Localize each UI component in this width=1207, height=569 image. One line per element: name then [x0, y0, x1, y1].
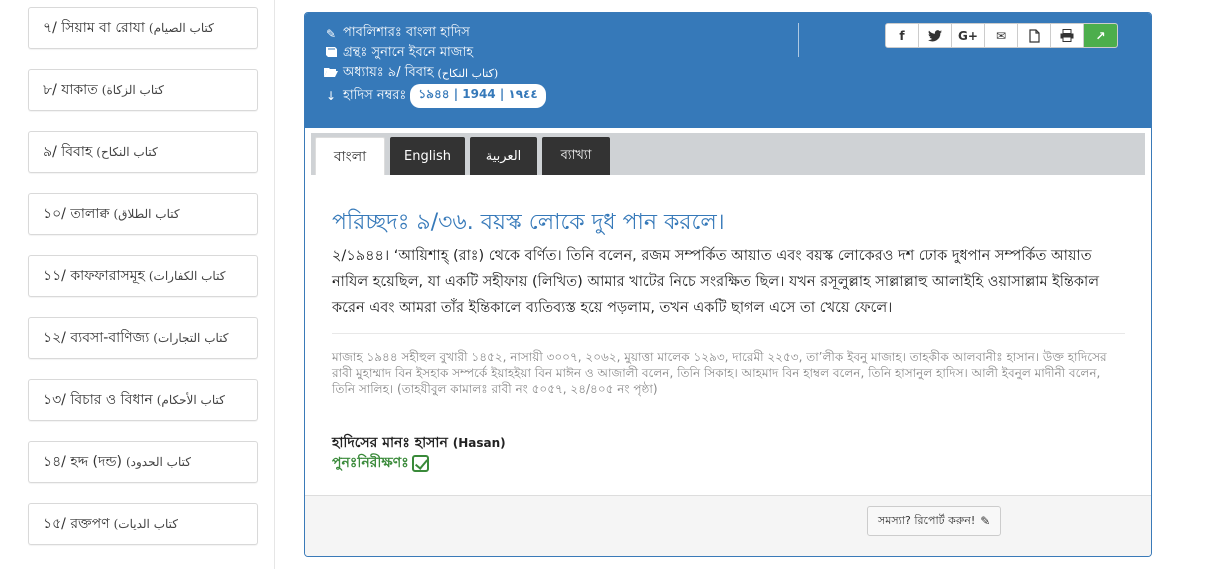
grade-english: (Hasan)	[452, 436, 506, 450]
open-external-button[interactable]: ↗	[1084, 24, 1117, 47]
chapter-line: অধ্যায়ঃ ৯/ বিবাহ (كتاب النكاح)	[323, 63, 498, 84]
language-tabs: বাংলা English العربية ব্যাখ্যা	[311, 133, 1145, 175]
sidebar-item-arabic: (كتاب الصيام	[148, 21, 214, 35]
pdf-file-icon	[1028, 28, 1040, 43]
share-toolbar: f G+ ✉ ↗	[885, 23, 1118, 48]
pencil-icon: ✎	[980, 514, 991, 528]
sidebar-item-zakat[interactable]: ৮/ যাকাত (كتاب الزكاة	[28, 69, 258, 111]
tab-label: English	[404, 148, 451, 164]
page: ৭/ সিয়াম বা রোযা (كتاب الصيام ৮/ যাকাত …	[0, 0, 1207, 569]
review-label: পুনঃনিরীক্ষণঃ	[332, 455, 409, 471]
sidebar-item-arabic: (كتاب الديات	[113, 517, 178, 531]
sort-numeric-icon: ↓	[325, 89, 337, 103]
sidebar-item-label: ১৪/ হদ্দ (দন্ড)	[43, 454, 122, 470]
sidebar-item-label: ৮/ যাকাত	[43, 82, 98, 98]
google-plus-icon: G+	[958, 28, 978, 43]
external-link-icon: ↗	[1095, 28, 1106, 43]
tab-arabic[interactable]: العربية	[470, 137, 537, 175]
sidebar-item-kaffara[interactable]: ১১/ কাফফারাসমূহ (كتاب الكفارات	[28, 255, 258, 297]
sidebar-item-arabic: (كتاب الكفارات	[148, 269, 226, 283]
hadith-reference: মাজাহ ১৯৪৪ সহীহুল বুখারী ১৪৫২, নাসায়ী ৩…	[332, 350, 1107, 396]
panel-footer: সমস্যা? রিপোর্ট করুন! ✎	[305, 495, 1151, 556]
hadith-body: পরিচ্ছদঃ ৯/৩৬. বয়স্ক লোকে দুধ পান করলে।…	[305, 175, 1151, 495]
sidebar-item-siyam[interactable]: ৭/ সিয়াম বা রোযা (كتاب الصيام	[28, 7, 258, 49]
folder-open-icon	[323, 67, 339, 81]
sidebar-item-talaq[interactable]: ১০/ তালাক্ব (كتاب الطلاق	[28, 193, 258, 235]
envelope-icon: ✉	[995, 28, 1007, 43]
book-text: গ্রন্থঃ সুনানে ইবনে মাজাহ	[343, 45, 474, 60]
sidebar-item-label: ১৫/ রক্তপণ	[43, 516, 110, 532]
sidebar-item-arabic: (كتاب التجارات	[153, 331, 229, 345]
sidebar-item-label: ১০/ তালাক্ব	[43, 206, 110, 222]
sidebar-item-label: ৭/ সিয়াম বা রোযা	[43, 20, 145, 36]
hadith-number-line: ↓ হাদিস নম্বরঃ ১৯৪৪ | 1944 | ١٩٤٤	[323, 84, 546, 108]
sidebar-item-arabic: (كتاب الزكاة	[101, 83, 164, 97]
pdf-download-button[interactable]	[1018, 24, 1051, 47]
publisher-line: ✎ পাবলিশারঃ বাংলা হাদিস	[323, 23, 470, 44]
sidebar-item-diyat[interactable]: ১৫/ রক্তপণ (كتاب الديات	[28, 503, 258, 545]
sidebar-item-tijarat[interactable]: ১২/ ব্যবসা-বাণিজ্য (كتاب التجارات	[28, 317, 258, 359]
check-square-icon	[411, 454, 429, 472]
facebook-share-button[interactable]: f	[886, 24, 919, 47]
pencil-icon: ✎	[325, 26, 337, 41]
section-title: পরিচ্ছদঃ ৯/৩৬. বয়স্ক লোকে দুধ পান করলে।	[332, 210, 725, 235]
publisher-text: পাবলিশারঃ বাংলা হাদিস	[343, 25, 470, 40]
chapter-arabic: (كتاب النكاح)	[437, 67, 499, 80]
google-plus-share-button[interactable]: G+	[952, 24, 985, 47]
sidebar-item-label: ১২/ ব্যবসা-বাণিজ্য	[43, 330, 150, 346]
divider	[332, 333, 1125, 334]
hadith-number-label: হাদিস নম্বরঃ	[343, 87, 407, 103]
hadith-text: ২/১৯৪৪। ‘আয়িশাহ্ (রাঃ) থেকে বর্ণিত। তিন…	[332, 248, 1099, 316]
tab-label: বাংলা	[333, 148, 367, 165]
review-status: পুনঃনিরীক্ষণঃ	[332, 451, 429, 475]
book-line: গ্রন্থঃ সুনানে ইবনে মাজাহ	[323, 43, 473, 64]
sidebar-item-label: ১৩/ বিচার ও বিধান	[43, 392, 153, 408]
facebook-icon: f	[899, 28, 905, 43]
sidebar-item-bibaho[interactable]: ৯/ বিবাহ (كتاب النكاح	[28, 131, 258, 173]
email-share-button[interactable]: ✉	[985, 24, 1018, 47]
print-icon	[1060, 29, 1074, 42]
grade-label: হাদিসের মানঃ হাসান	[332, 435, 448, 451]
sidebar-item-arabic: (كتاب الأحكام	[156, 393, 225, 407]
sidebar-item-ahkam[interactable]: ১৩/ বিচার ও বিধান (كتاب الأحكام	[28, 379, 258, 421]
sidebar-item-arabic: (كتاب الطلاق	[113, 207, 180, 221]
sidebar-item-label: ১১/ কাফফারাসমূহ	[43, 268, 145, 284]
tab-label: العربية	[485, 148, 522, 164]
hadith-header: ✎ পাবলিশারঃ বাংলা হাদিস গ্রন্থঃ সুনানে ই…	[305, 13, 1151, 128]
book-icon	[323, 46, 339, 61]
sidebar-item-label: ৯/ বিবাহ	[43, 144, 93, 160]
hadith-number-badge: ১৯৪৪ | 1944 | ١٩٤٤	[410, 84, 546, 108]
tab-explanation[interactable]: ব্যাখ্যা	[542, 137, 610, 175]
print-button[interactable]	[1051, 24, 1084, 47]
twitter-icon	[928, 29, 942, 41]
chapter-text: অধ্যায়ঃ ৯/ বিবাহ	[343, 65, 434, 80]
report-label: সমস্যা? রিপোর্ট করুন!	[878, 513, 976, 527]
tab-label: ব্যাখ্যা	[560, 147, 592, 163]
sidebar-item-arabic: (كتاب الحدود	[125, 455, 191, 469]
tab-bangla[interactable]: বাংলা	[315, 137, 385, 175]
chapter-sidebar: ৭/ সিয়াম বা রোযা (كتاب الصيام ৮/ যাকাত …	[0, 0, 275, 569]
hadith-panel: ✎ পাবলিশারঃ বাংলা হাদিস গ্রন্থঃ সুনানে ই…	[304, 12, 1152, 557]
twitter-share-button[interactable]	[919, 24, 952, 47]
sidebar-item-arabic: (كتاب النكاح	[96, 145, 158, 159]
report-problem-button[interactable]: সমস্যা? রিপোর্ট করুন! ✎	[867, 506, 1002, 536]
sidebar-item-hudud[interactable]: ১৪/ হদ্দ (দন্ড) (كتاب الحدود	[28, 441, 258, 483]
tab-english[interactable]: English	[390, 137, 465, 175]
header-divider	[798, 23, 799, 57]
